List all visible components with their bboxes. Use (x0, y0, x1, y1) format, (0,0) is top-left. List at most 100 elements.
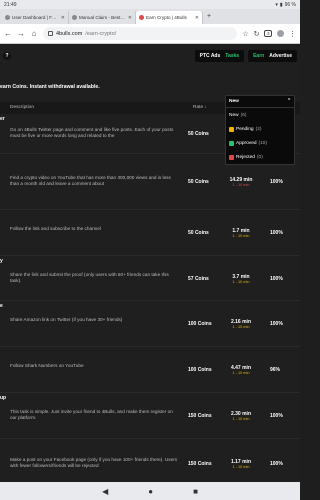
task-description: Find a crypto video on YouTube that has … (10, 175, 171, 187)
browser-tab-manual-claim[interactable]: Manual Claim - Best-shop F ✕ (69, 11, 136, 24)
task-time: 4.47 min 1 - 10 min (226, 365, 256, 375)
task-row[interactable]: e Share Amazon link on Twitter (if you ha… (0, 301, 300, 347)
tab-switcher-button[interactable]: 3 (264, 30, 272, 37)
browser-tab-faucetpay[interactable]: User Dashboard | FaucetPay ✕ (2, 11, 69, 24)
page-header: ? PTC Ads Tasks Earn Advertise (0, 44, 300, 68)
profile-avatar-icon[interactable] (277, 30, 284, 37)
time-range: 1 - 10 min (232, 234, 250, 238)
menu-kebab-icon[interactable]: ⋮ (289, 30, 296, 38)
option-label: New (229, 112, 239, 118)
ptc-ads-link[interactable]: PTC Ads (200, 53, 221, 59)
forward-arrow-icon[interactable]: → (17, 29, 25, 38)
time-range: 1 - 10 min (232, 371, 250, 375)
task-reward: 100 Coins (188, 321, 212, 327)
battery-level: 96 % (284, 1, 296, 8)
task-reward: 50 Coins (188, 230, 209, 236)
task-description: Make a post on your Facebook page (only … (10, 457, 178, 469)
task-reward: 50 Coins (188, 131, 209, 137)
earn-banner: earn Coins. Instant withdrawal available… (0, 84, 100, 90)
time-range: 1 - 10 min (232, 183, 250, 187)
column-description: Description (10, 105, 34, 110)
task-reward: 57 Coins (188, 275, 209, 282)
time-range: 1 - 10 min (232, 465, 250, 469)
tab-title: User Dashboard | FaucetPay (12, 15, 59, 20)
task-time: 1.17 min 1 - 10 min (226, 459, 256, 469)
bookmark-star-icon[interactable]: ☆ (242, 30, 248, 38)
task-row[interactable]: up This task is simple. Just invite your … (0, 393, 300, 439)
close-icon[interactable]: ✕ (195, 15, 199, 21)
task-description: This task is simple. Just invite your fr… (10, 409, 173, 421)
tab-title: Earn Crypto | 4Bulls (146, 15, 187, 20)
task-reward: 150 Coins (188, 413, 212, 419)
reload-icon[interactable]: ↻ (254, 30, 260, 38)
status-time: 21:49 (4, 1, 17, 8)
url-path: /earn-crypto/ (85, 30, 117, 37)
chevron-up-icon: ⌃ (286, 99, 291, 104)
task-row[interactable]: Follow the link and subscribe to the cha… (0, 210, 300, 256)
task-row[interactable]: y Share the link and submit the proof (on… (0, 256, 300, 301)
dropdown-selected[interactable]: New ⌃ (226, 96, 294, 108)
status-bar: 21:49 ▾ ▮ 96 % (0, 0, 300, 9)
close-icon[interactable]: ✕ (128, 15, 132, 21)
approved-square-icon (229, 140, 234, 146)
dropdown-option-new[interactable]: New (6) (226, 108, 294, 122)
task-title-fragment: er (0, 116, 5, 122)
lock-icon (48, 31, 53, 36)
battery-icon: ▮ (279, 1, 283, 8)
time-range: 1 - 10 min (232, 417, 250, 421)
approval-rate: 100% (270, 461, 283, 467)
dropdown-option-rejected[interactable]: Rejected (0) (226, 150, 294, 164)
task-description: Go on 4Bulls Twitter page and comment an… (10, 127, 174, 139)
earn-link[interactable]: Earn (253, 53, 264, 59)
close-icon[interactable]: ✕ (61, 15, 65, 21)
task-description: Follow Shark Numbers on YouTube (10, 363, 84, 368)
tab-strip: User Dashboard | FaucetPay ✕ Manual Clai… (0, 9, 300, 24)
task-row[interactable]: Follow Shark Numbers on YouTube 100 Coins… (0, 347, 300, 393)
task-reward: 50 Coins (188, 179, 209, 185)
task-time: 2.16 min 1 - 10 min (226, 319, 256, 329)
task-reward: 150 Coins (188, 461, 212, 467)
time-range: 1 - 10 min (232, 279, 250, 284)
browser-tab-4bulls[interactable]: Earn Crypto | 4Bulls ✕ (136, 11, 203, 24)
option-count: (0) (256, 154, 263, 160)
column-rate[interactable]: Rate ↓ (193, 105, 207, 110)
help-icon[interactable]: ? (3, 52, 11, 60)
home-icon[interactable]: ⌂ (30, 29, 38, 38)
dropdown-option-pending[interactable]: Pending (2) (226, 122, 294, 136)
recents-square-icon[interactable]: ■ (193, 487, 198, 496)
ads-tasks-switch: PTC Ads Tasks (194, 50, 245, 62)
back-triangle-icon[interactable]: ◀ (102, 487, 108, 496)
approval-rate: 96% (270, 367, 281, 373)
back-arrow-icon[interactable]: ← (4, 29, 12, 38)
task-description: Share Amazon link on Twitter (if you hav… (10, 317, 123, 322)
dropdown-option-approved[interactable]: Approved (10) (226, 136, 294, 150)
time-range: 1 - 10 min (232, 325, 250, 329)
option-label: Approved (236, 140, 257, 146)
rejected-square-icon (229, 154, 234, 160)
task-row[interactable]: Make a post on your Facebook page (only … (0, 439, 300, 482)
approval-rate: 100% (270, 413, 283, 419)
pending-square-icon (229, 126, 234, 132)
approval-rate: 100% (270, 321, 283, 327)
task-title-fragment: up (0, 395, 7, 401)
tab-favicon-icon (139, 15, 144, 20)
option-count: (6) (240, 112, 247, 118)
option-label: Rejected (236, 154, 255, 160)
approval-rate: 100% (270, 179, 283, 185)
advertise-link[interactable]: Advertise (269, 53, 292, 59)
approval-rate: 100% (270, 230, 283, 236)
tasks-link[interactable]: Tasks (225, 53, 239, 59)
status-filter-dropdown[interactable]: New ⌃ New (6) Pending (2) Approved (10) … (225, 95, 295, 165)
url-input[interactable]: 4bulls.com/earn-crypto/ (43, 27, 238, 40)
page-content: ? PTC Ads Tasks Earn Advertise earn Coin… (0, 44, 300, 482)
dropdown-selected-label: New (229, 99, 239, 104)
new-tab-plus-icon[interactable]: + (203, 13, 215, 20)
tab-favicon-icon (72, 15, 77, 20)
task-title-fragment: e (0, 303, 3, 309)
address-bar: ← → ⌂ 4bulls.com/earn-crypto/ ☆ ↻ 3 ⋮ (0, 24, 300, 44)
task-description: Share the link and submit the proof (onl… (10, 271, 169, 283)
system-nav-bar: ◀ ● ■ (0, 482, 300, 500)
home-circle-icon[interactable]: ● (148, 487, 153, 496)
task-description: Follow the link and subscribe to the cha… (10, 226, 101, 231)
task-time: 1.7 min 1 - 10 min (226, 228, 256, 238)
